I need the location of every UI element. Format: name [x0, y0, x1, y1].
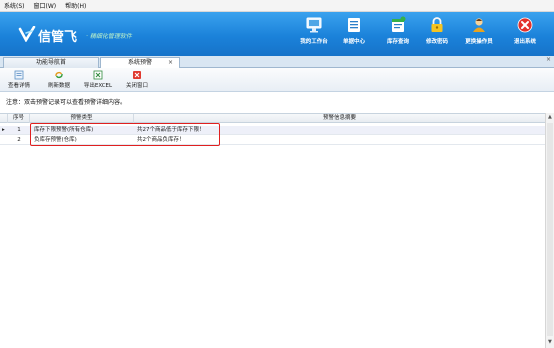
- brand-logo-icon: [18, 26, 36, 42]
- alert-grid: 序号 预警类型 预警信息摘要 ▸ 1 库存下限预警(所有仓库) 共27个商品低于…: [0, 113, 545, 348]
- brand-name: 信管飞: [38, 30, 78, 45]
- monitor-icon: [306, 17, 322, 33]
- close-window-icon: [133, 71, 141, 79]
- tab-strip: 功能导航首 系统预警 × ×: [0, 56, 554, 69]
- grid-header: 序号 预警类型 预警信息摘要: [0, 114, 545, 123]
- close-tab-icon[interactable]: ×: [168, 58, 173, 68]
- view-details-icon: [14, 70, 24, 80]
- refresh-icon: [55, 71, 63, 79]
- view-details-button[interactable]: 查看详情: [6, 70, 32, 89]
- change-password-button[interactable]: 修改密码: [414, 16, 460, 54]
- exit-system-button[interactable]: 退出系统: [502, 16, 548, 54]
- column-header-type[interactable]: 预警类型: [30, 114, 134, 123]
- brand-slogan: · 精细化管理软件: [86, 33, 132, 40]
- switch-operator-button[interactable]: 更换操作员: [456, 16, 502, 54]
- app-banner: 信管飞 · 精细化管理软件 我的工作台 单据中心 库存查询 修改密码 更换操作员…: [0, 12, 554, 56]
- row-number: 1: [17, 127, 21, 133]
- close-window-button[interactable]: 关闭窗口: [122, 70, 152, 89]
- menu-help[interactable]: 帮助(H): [65, 1, 86, 10]
- notice-text: 注意：双击预警记录可以查看预警详细内容。: [0, 92, 554, 113]
- lock-icon: [431, 17, 443, 32]
- tab-function-navigation[interactable]: 功能导航首: [3, 57, 99, 68]
- exit-icon: [517, 17, 533, 33]
- row-indicator-header: [0, 114, 8, 123]
- document-center-button[interactable]: 单据中心: [331, 16, 377, 54]
- refresh-data-button[interactable]: 刷新数据: [44, 70, 74, 89]
- excel-icon: [93, 70, 103, 80]
- toolbar: 查看详情 刷新数据 导出EXCEL 关闭窗口: [0, 68, 554, 92]
- row-number: 2: [17, 137, 21, 143]
- export-excel-button[interactable]: 导出EXCEL: [83, 70, 113, 89]
- column-header-summary[interactable]: 预警信息摘要: [134, 114, 545, 123]
- scrollbar-track[interactable]: [547, 123, 553, 336]
- document-list-icon: [348, 18, 360, 32]
- menu-window[interactable]: 窗口(W): [34, 1, 57, 10]
- vertical-scrollbar[interactable]: ▲ ▼: [545, 113, 554, 348]
- inventory-search-icon: [392, 16, 406, 32]
- close-all-tabs-icon[interactable]: ×: [546, 56, 551, 63]
- column-header-no[interactable]: 序号: [8, 114, 30, 123]
- scroll-up-icon[interactable]: ▲: [548, 114, 552, 120]
- menu-bar: 系统(S) 窗口(W) 帮助(H): [0, 0, 554, 12]
- menu-system[interactable]: 系统(S): [4, 1, 25, 10]
- scroll-down-icon[interactable]: ▼: [548, 339, 552, 345]
- highlight-box: [30, 123, 220, 146]
- user-switch-icon: [473, 18, 485, 32]
